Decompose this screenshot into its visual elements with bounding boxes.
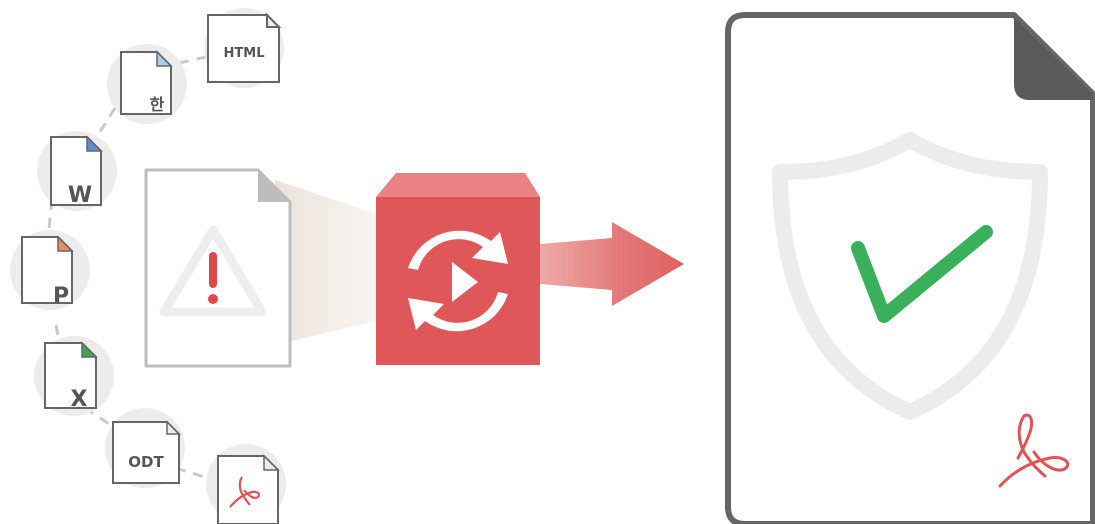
- source-format-powerpoint: P: [10, 230, 90, 310]
- source-format-powerpoint-label: P: [53, 284, 69, 309]
- source-format-pdf: [206, 444, 286, 524]
- conversion-diagram: HTML 한 W P X ODT: [10, 8, 1095, 524]
- source-format-hwp: 한: [107, 44, 187, 124]
- source-format-html: HTML: [204, 8, 284, 88]
- source-format-odt-label: ODT: [128, 453, 164, 471]
- right-arrow-icon: [540, 222, 684, 306]
- source-format-excel-label: X: [71, 387, 88, 412]
- output-document: [725, 12, 1095, 524]
- converter-box: [376, 173, 540, 365]
- source-format-word: W: [37, 131, 117, 211]
- source-format-word-label: W: [68, 183, 92, 208]
- source-format-odt: ODT: [105, 408, 185, 488]
- source-format-html-label: HTML: [224, 46, 265, 61]
- source-format-excel: X: [34, 336, 114, 416]
- input-document: [144, 168, 292, 368]
- source-format-hwp-label: 한: [150, 95, 165, 114]
- convert-arrows-icon: [406, 229, 510, 333]
